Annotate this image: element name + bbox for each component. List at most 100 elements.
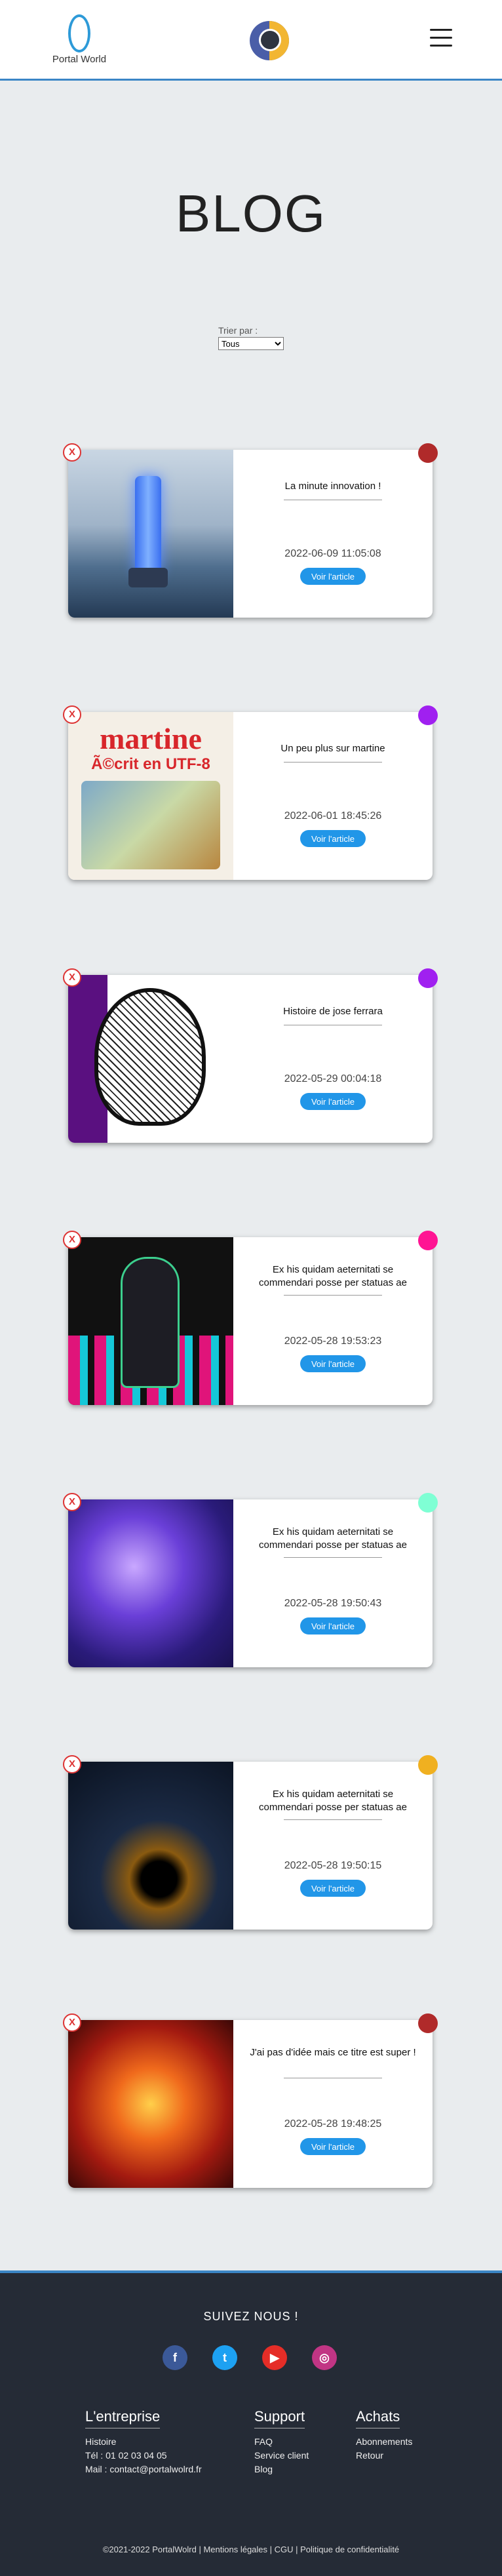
logo-text: Portal World	[52, 54, 107, 65]
delete-article-button[interactable]: X	[63, 1493, 81, 1511]
title-divider	[284, 1819, 382, 1820]
article-content: J'ai pas d'idée mais ce titre est super …	[233, 2020, 433, 2188]
article-date: 2022-05-28 19:53:23	[284, 1336, 382, 1347]
footer-link-history[interactable]: Histoire	[85, 2435, 202, 2449]
twitter-icon[interactable]: t	[212, 2345, 237, 2370]
follow-us-heading: SUIVEZ NOUS !	[203, 2310, 299, 2323]
footer-link-blog[interactable]: Blog	[254, 2463, 309, 2476]
footer-link-returns[interactable]: Retour	[356, 2449, 412, 2463]
footer-email[interactable]: Mail : contact@portalwolrd.fr	[85, 2463, 202, 2476]
footer-link-subscriptions[interactable]: Abonnements	[356, 2435, 412, 2449]
facebook-icon[interactable]: f	[163, 2345, 187, 2370]
article-thumbnail	[68, 1499, 233, 1667]
read-article-button[interactable]: Voir l'article	[300, 830, 366, 847]
article-card-body: martine Ã©crit en UTF-8 Un peu plus sur ma…	[68, 712, 433, 880]
site-logo[interactable]: Portal World	[50, 14, 109, 67]
article-card-body: Ex his quidam aeternitati se commendari …	[68, 1762, 433, 1930]
article-thumbnail	[68, 2020, 233, 2188]
article-card: X J'ai pas d'idée mais ce titre est super…	[63, 2013, 438, 2188]
article-title: La minute innovation !	[284, 481, 381, 492]
article-card: Xmartine Ã©crit en UTF-8 Un peu plus sur m…	[63, 705, 438, 880]
menu-bar	[430, 37, 452, 39]
article-title: Ex his quidam aeternitati se commendari …	[259, 1264, 407, 1288]
footer-column-title: L'entreprise	[85, 2408, 161, 2428]
category-color-dot	[418, 2013, 438, 2033]
category-color-dot	[418, 1493, 438, 1513]
category-color-dot	[418, 705, 438, 725]
read-article-button[interactable]: Voir l'article	[300, 1617, 366, 1635]
title-divider	[284, 762, 382, 763]
article-card-body: Ex his quidam aeternitati se commendari …	[68, 1237, 433, 1405]
article-date: 2022-05-28 19:50:15	[284, 1860, 382, 1871]
article-title: Histoire de jose ferrara	[283, 1006, 383, 1017]
article-content: Ex his quidam aeternitati se commendari …	[233, 1762, 433, 1930]
article-date: 2022-05-29 00:04:18	[284, 1073, 382, 1084]
delete-article-button[interactable]: X	[63, 2013, 81, 2032]
footer-phone: Tél : 01 02 03 04 05	[85, 2450, 167, 2461]
article-content: Histoire de jose ferrara 2022-05-29 00:04…	[233, 975, 433, 1143]
category-color-dot	[418, 968, 438, 988]
hamburger-menu-icon[interactable]	[430, 29, 452, 47]
menu-bar	[430, 45, 452, 47]
article-content: Ex his quidam aeternitati se commendari …	[233, 1237, 433, 1405]
footer-link-customer-service[interactable]: Service client	[254, 2449, 309, 2463]
footer-column-support: Support FAQ Service client Blog	[254, 2408, 309, 2476]
footer-column-title: Support	[254, 2408, 305, 2428]
article-card: X Histoire de jose ferrara 2022-05-29 00:0…	[63, 968, 438, 1143]
article-thumbnail	[68, 975, 233, 1143]
article-card: X Ex his quidam aeternitati se commendari…	[63, 1493, 438, 1667]
article-content: La minute innovation ! 2022-06-09 11:05:0…	[233, 450, 433, 618]
site-footer: SUIVEZ NOUS ! f t ▶ ◎ L'entreprise Histo…	[0, 2270, 502, 2576]
cover-title: martine	[100, 722, 202, 755]
article-date: 2022-06-09 11:05:08	[284, 548, 381, 559]
delete-article-button[interactable]: X	[63, 1755, 81, 1773]
article-card-body: Histoire de jose ferrara 2022-05-29 00:04…	[68, 975, 433, 1143]
portal-logo-icon	[68, 14, 90, 52]
read-article-button[interactable]: Voir l'article	[300, 568, 366, 585]
copyright: ©2021-2022 PortalWolrd | Mentions légale…	[102, 2545, 400, 2554]
footer-link-faq[interactable]: FAQ	[254, 2435, 309, 2449]
theme-toggle-button[interactable]	[250, 21, 289, 60]
article-content: Ex his quidam aeternitati se commendari …	[233, 1499, 433, 1667]
title-divider	[284, 1557, 382, 1558]
article-date: 2022-06-01 18:45:26	[284, 810, 382, 822]
site-header: Portal World	[0, 0, 502, 81]
article-thumbnail	[68, 450, 233, 618]
menu-bar	[430, 29, 452, 31]
cover-subtitle: Ã©crit en UTF-8	[91, 755, 210, 773]
read-article-button[interactable]: Voir l'article	[300, 1880, 366, 1897]
article-thumbnail	[68, 1237, 233, 1405]
moon-icon	[259, 29, 281, 51]
category-color-dot	[418, 1755, 438, 1775]
article-content: Un peu plus sur martine 2022-06-01 18:45:…	[233, 712, 433, 880]
footer-column-title: Achats	[356, 2408, 400, 2428]
sort-control: Trier par : Tous	[218, 325, 284, 350]
delete-article-button[interactable]: X	[63, 968, 81, 987]
delete-article-button[interactable]: X	[63, 705, 81, 724]
youtube-icon[interactable]: ▶	[262, 2345, 287, 2370]
page-title: BLOG	[175, 184, 327, 243]
delete-article-button[interactable]: X	[63, 443, 81, 462]
article-thumbnail: martine Ã©crit en UTF-8	[68, 712, 233, 880]
social-links: f t ▶ ◎	[163, 2345, 339, 2371]
instagram-icon[interactable]: ◎	[312, 2345, 337, 2370]
article-title: Un peu plus sur martine	[280, 743, 385, 754]
category-color-dot	[418, 1231, 438, 1250]
article-title: Ex his quidam aeternitati se commendari …	[259, 1526, 407, 1551]
sort-select[interactable]: Tous	[218, 337, 284, 350]
sort-label: Trier par :	[218, 325, 258, 336]
article-card: X Ex his quidam aeternitati se commendari…	[63, 1755, 438, 1930]
read-article-button[interactable]: Voir l'article	[300, 2138, 366, 2155]
delete-article-button[interactable]: X	[63, 1231, 81, 1249]
read-article-button[interactable]: Voir l'article	[300, 1093, 366, 1110]
article-card-body: J'ai pas d'idée mais ce titre est super …	[68, 2020, 433, 2188]
article-card-body: La minute innovation ! 2022-06-09 11:05:0…	[68, 450, 433, 618]
article-card: X La minute innovation ! 2022-06-09 11:05:…	[63, 443, 438, 618]
article-date: 2022-05-28 19:50:43	[284, 1598, 382, 1609]
article-card: X Ex his quidam aeternitati se commendari…	[63, 1231, 438, 1405]
title-divider	[284, 1295, 382, 1296]
article-title: Ex his quidam aeternitati se commendari …	[259, 1789, 407, 1813]
read-article-button[interactable]: Voir l'article	[300, 1355, 366, 1372]
article-date: 2022-05-28 19:48:25	[284, 2118, 382, 2130]
footer-column-purchases: Achats Abonnements Retour	[356, 2408, 412, 2463]
